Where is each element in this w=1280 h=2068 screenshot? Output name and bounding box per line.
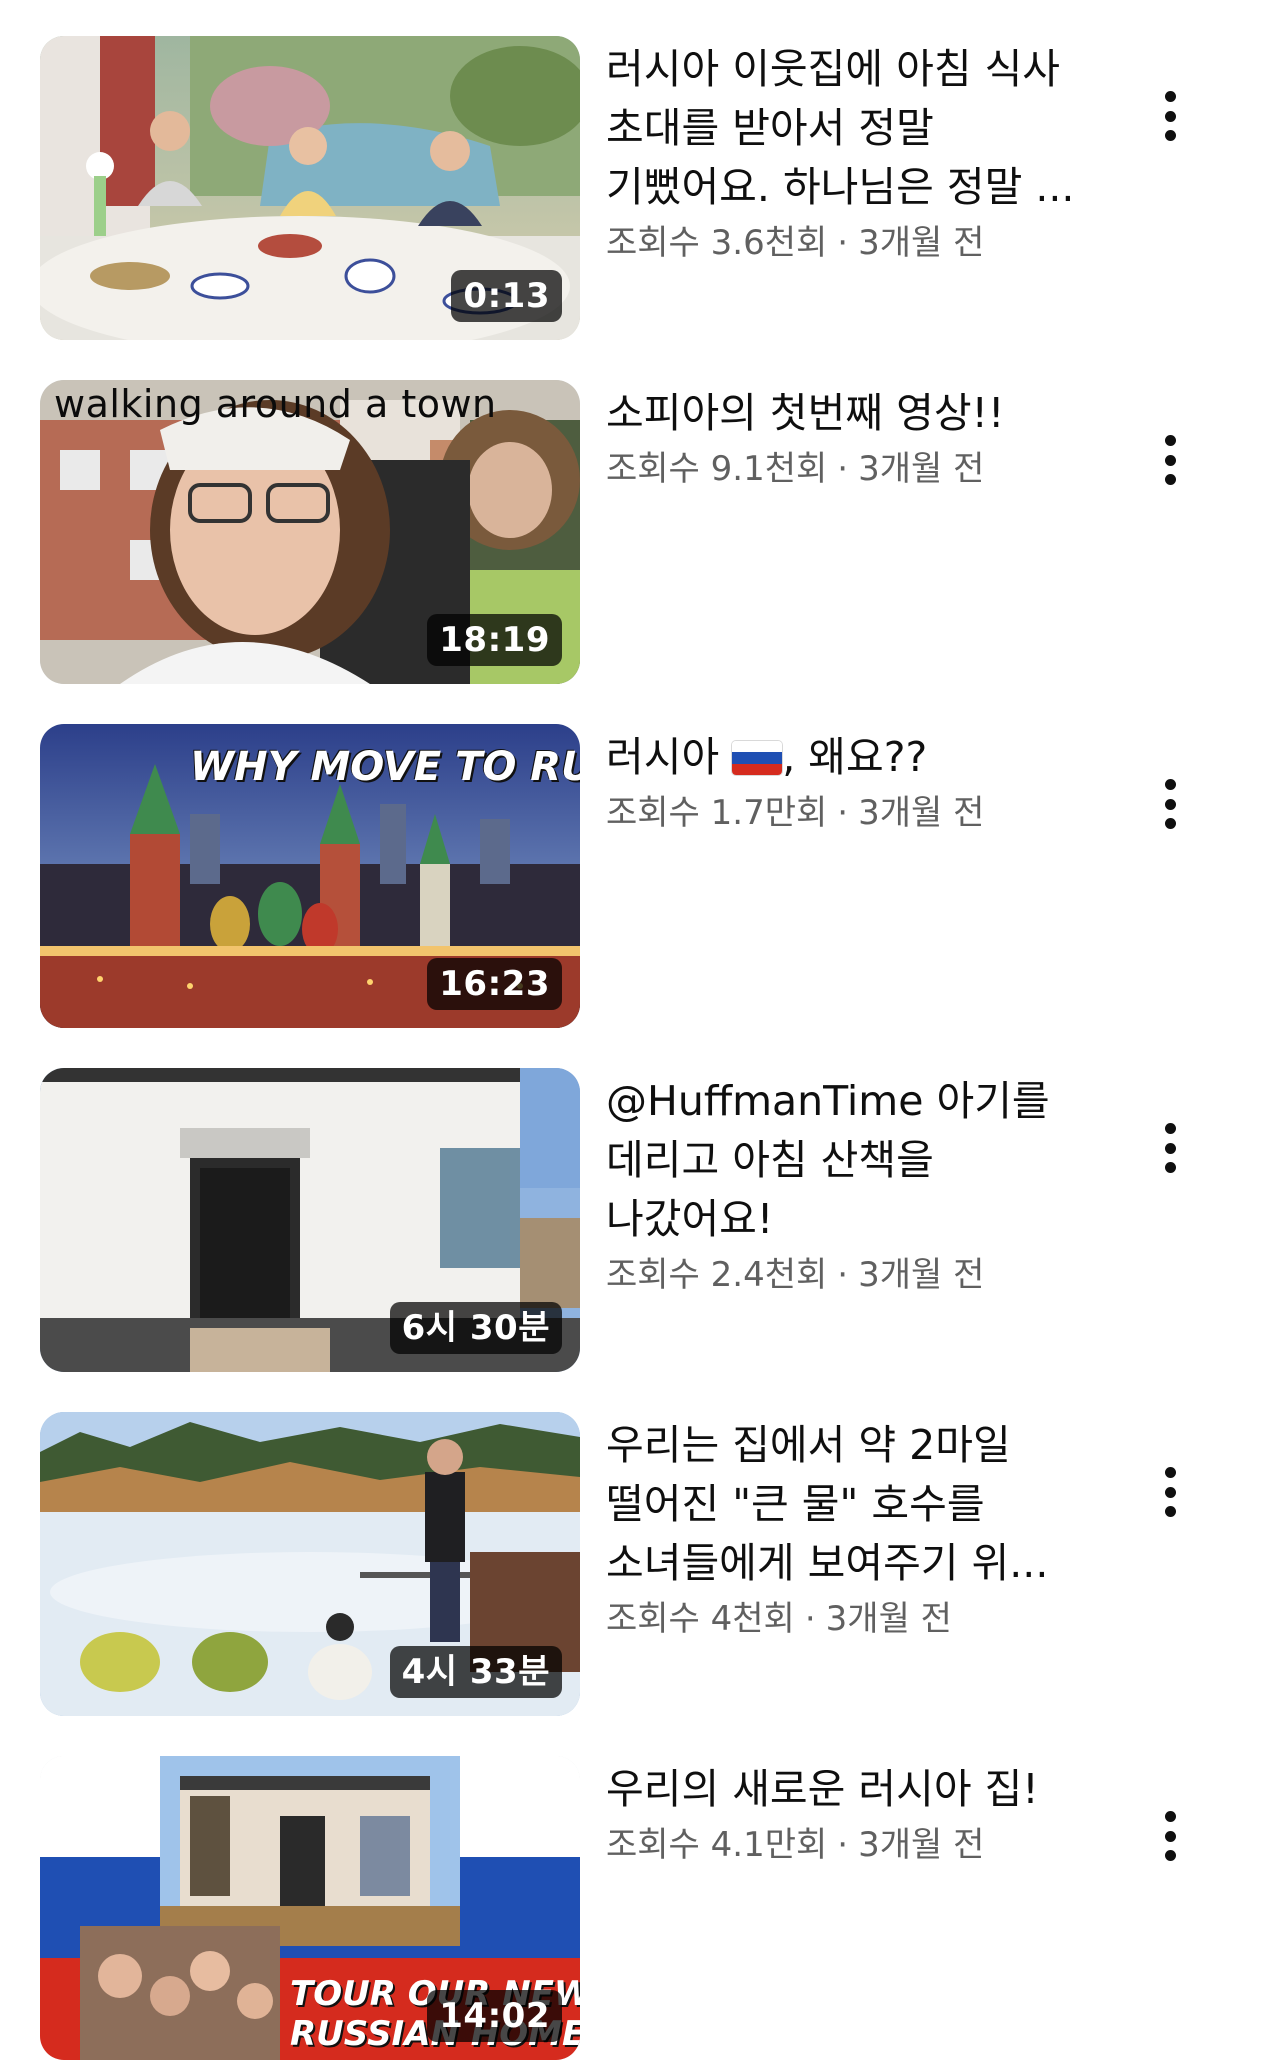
- video-title-text: , 왜요??: [782, 733, 928, 781]
- video-item[interactable]: 0:13 러시아 이웃집에 아침 식사 초대를 받아서 정말 기뻤어요. 하나님…: [0, 36, 1280, 346]
- video-meta: 조회수 4천회 · 3개월 전: [606, 1595, 1076, 1643]
- video-item[interactable]: TOUR OUR NEW RUSSIAN HOME 14:02 우리의 새로운 …: [0, 1756, 1280, 2066]
- upload-age: 3개월 전: [858, 1255, 985, 1295]
- view-count: 조회수 4.1만회: [606, 1825, 828, 1865]
- duration-badge: 18:19: [427, 614, 562, 666]
- video-info[interactable]: 우리는 집에서 약 2마일 떨어진 "큰 물" 호수를 소녀들에게 보여주기 위…: [606, 1416, 1076, 1643]
- video-meta: 조회수 9.1천회 · 3개월 전: [606, 445, 1076, 493]
- meta-separator: ·: [837, 1255, 849, 1295]
- upload-age: 3개월 전: [858, 223, 985, 263]
- video-item[interactable]: WHY MOVE TO RUSSIA 16:23 러시아 , 왜요?? 조회수 …: [0, 724, 1280, 1034]
- video-info[interactable]: 러시아 , 왜요?? 조회수 1.7만회 · 3개월 전: [606, 728, 1076, 837]
- video-meta: 조회수 2.4천회 · 3개월 전: [606, 1251, 1076, 1299]
- video-title-text: 러시아: [606, 733, 733, 781]
- more-vertical-icon: [1164, 1811, 1176, 1861]
- meta-separator: ·: [837, 449, 849, 489]
- thumbnail-caption: walking around a town: [54, 382, 497, 426]
- more-options-button[interactable]: [1140, 764, 1200, 844]
- view-count: 조회수 2.4천회: [606, 1255, 828, 1295]
- video-thumbnail[interactable]: 0:13: [40, 36, 580, 340]
- meta-separator: ·: [837, 1825, 849, 1865]
- video-thumbnail[interactable]: 6시 30분: [40, 1068, 580, 1372]
- more-options-button[interactable]: [1140, 76, 1200, 156]
- more-vertical-icon: [1164, 1123, 1176, 1173]
- video-title[interactable]: 우리의 새로운 러시아 집!: [606, 1760, 1076, 1819]
- thumbnail-caption: WHY MOVE TO RUSSIA: [190, 744, 580, 790]
- video-title[interactable]: 러시아 이웃집에 아침 식사 초대를 받아서 정말 기뻤어요. 하나님은 정말 …: [606, 40, 1076, 217]
- more-options-button[interactable]: [1140, 1108, 1200, 1188]
- duration-badge: 0:13: [451, 270, 562, 322]
- video-thumbnail[interactable]: walking around a town 18:19: [40, 380, 580, 684]
- video-meta: 조회수 4.1만회 · 3개월 전: [606, 1821, 1076, 1869]
- video-thumbnail[interactable]: 4시 33분: [40, 1412, 580, 1716]
- upload-age: 3개월 전: [858, 1825, 985, 1865]
- video-feed: 0:13 러시아 이웃집에 아침 식사 초대를 받아서 정말 기뻤어요. 하나님…: [0, 0, 1280, 2068]
- meta-separator: ·: [837, 223, 849, 263]
- russia-flag-icon: [732, 741, 783, 775]
- duration-badge: 6시 30분: [389, 1302, 562, 1354]
- more-options-button[interactable]: [1140, 1452, 1200, 1532]
- view-count: 조회수 9.1천회: [606, 449, 828, 489]
- video-title[interactable]: 러시아 , 왜요??: [606, 728, 1076, 787]
- video-title[interactable]: 우리는 집에서 약 2마일 떨어진 "큰 물" 호수를 소녀들에게 보여주기 위…: [606, 1416, 1076, 1593]
- duration-badge: 14:02: [427, 1990, 562, 2042]
- video-title[interactable]: 소피아의 첫번째 영상!!: [606, 384, 1076, 443]
- meta-separator: ·: [804, 1599, 816, 1639]
- video-info[interactable]: 우리의 새로운 러시아 집! 조회수 4.1만회 · 3개월 전: [606, 1760, 1076, 1869]
- more-vertical-icon: [1164, 1467, 1176, 1517]
- view-count: 조회수 3.6천회: [606, 223, 828, 263]
- video-info[interactable]: 러시아 이웃집에 아침 식사 초대를 받아서 정말 기뻤어요. 하나님은 정말 …: [606, 40, 1076, 267]
- video-item[interactable]: walking around a town 18:19 소피아의 첫번째 영상!…: [0, 380, 1280, 690]
- video-meta: 조회수 3.6천회 · 3개월 전: [606, 219, 1076, 267]
- duration-badge: 16:23: [427, 958, 562, 1010]
- view-count: 조회수 1.7만회: [606, 793, 828, 833]
- video-info[interactable]: 소피아의 첫번째 영상!! 조회수 9.1천회 · 3개월 전: [606, 384, 1076, 493]
- video-thumbnail[interactable]: WHY MOVE TO RUSSIA 16:23: [40, 724, 580, 1028]
- more-options-button[interactable]: [1140, 1796, 1200, 1876]
- upload-age: 3개월 전: [858, 449, 985, 489]
- upload-age: 3개월 전: [825, 1599, 952, 1639]
- upload-age: 3개월 전: [858, 793, 985, 833]
- video-thumbnail[interactable]: TOUR OUR NEW RUSSIAN HOME 14:02: [40, 1756, 580, 2060]
- video-title[interactable]: @HuffmanTime 아기를 데리고 아침 산책을 나갔어요!: [606, 1072, 1076, 1249]
- view-count: 조회수 4천회: [606, 1599, 795, 1639]
- meta-separator: ·: [837, 793, 849, 833]
- video-meta: 조회수 1.7만회 · 3개월 전: [606, 789, 1076, 837]
- video-item[interactable]: 4시 33분 우리는 집에서 약 2마일 떨어진 "큰 물" 호수를 소녀들에게…: [0, 1412, 1280, 1722]
- more-vertical-icon: [1164, 91, 1176, 141]
- duration-badge: 4시 33분: [389, 1646, 562, 1698]
- video-info[interactable]: @HuffmanTime 아기를 데리고 아침 산책을 나갔어요! 조회수 2.…: [606, 1072, 1076, 1299]
- video-item[interactable]: 6시 30분 @HuffmanTime 아기를 데리고 아침 산책을 나갔어요!…: [0, 1068, 1280, 1378]
- more-options-button[interactable]: [1140, 420, 1200, 500]
- more-vertical-icon: [1164, 779, 1176, 829]
- more-vertical-icon: [1164, 435, 1176, 485]
